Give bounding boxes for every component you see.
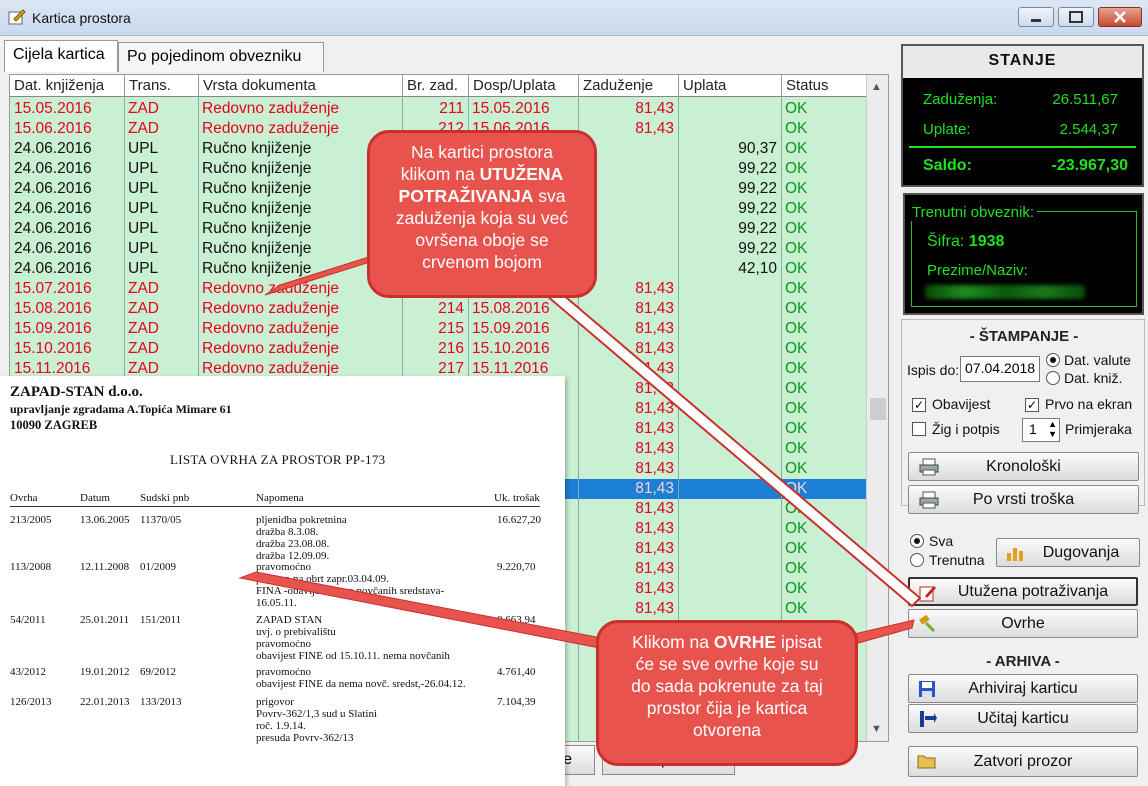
callout-bottom-line1a: Klikom na (632, 632, 714, 652)
callout-top-line2a: klikom na (400, 164, 480, 184)
callout-top-line3b: sva (533, 186, 566, 206)
callout-bottom-line5: otvorena (692, 720, 762, 740)
callout-top-line3: POTRAŽIVANJA sva (380, 185, 584, 207)
callout-utuzena: Na kartici prostora klikom na UTUŽENA PO… (367, 130, 597, 298)
callout-ovrhe: Klikom na OVRHE ipisat će se sve ovrhe k… (596, 620, 858, 766)
callout-top-line4: zaduženja koja su već (395, 208, 569, 228)
arrow-to-document (238, 571, 613, 651)
arrow-to-utuzena-button (538, 280, 922, 608)
annotation-arrows (238, 231, 922, 653)
callout-top-line5: ovršena oboje se (415, 230, 549, 250)
callout-top-line6: crvenom bojom (422, 252, 542, 272)
callout-bottom-line2: će se sve ovrhe koje su (635, 654, 819, 674)
callout-bottom-line1c: ipisat (776, 632, 822, 652)
callout-top-line2: klikom na UTUŽENA (380, 163, 584, 185)
callout-bottom-line1: Klikom na OVRHE ipisat (609, 631, 845, 653)
callout-bottom-line3: do sada pokrenute za taj (631, 676, 823, 696)
callout-top-line1: Na kartici prostora (411, 142, 553, 162)
callout-top-line2b: UTUŽENA (479, 164, 564, 184)
callout-top-line3a: POTRAŽIVANJA (398, 186, 534, 206)
callout-bottom-line4: prostor čija je kartica (646, 698, 808, 718)
callout-bottom-line1b: OVRHE (713, 632, 777, 652)
